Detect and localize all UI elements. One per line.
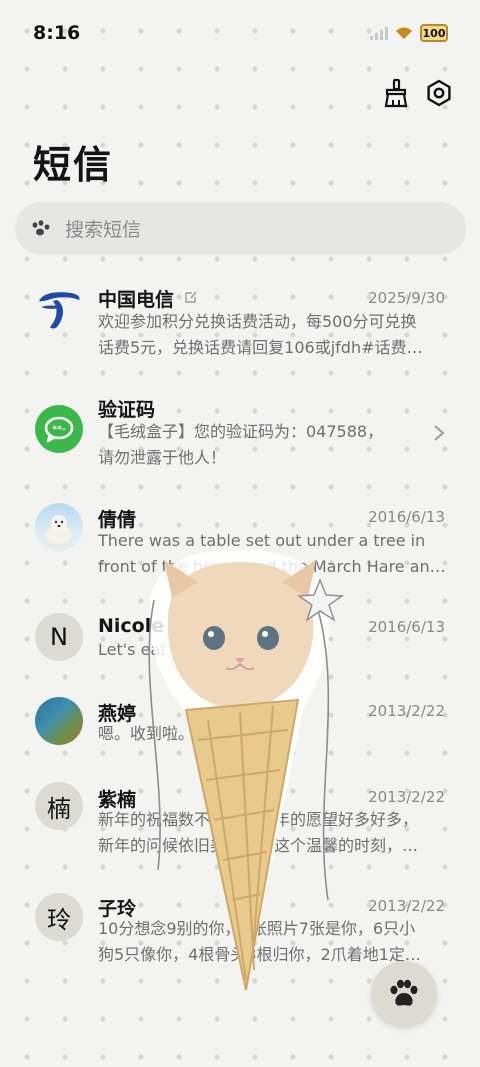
- wifi-icon: [396, 27, 412, 39]
- conversation-date: 2013/2/22: [368, 897, 445, 915]
- status-bar: 8:16 100: [0, 0, 480, 64]
- china-telecom-logo: [35, 283, 83, 331]
- edit-icon: [185, 291, 197, 303]
- signal-icon: [370, 27, 388, 40]
- conversation-preview: 【毛绒盒子】您的验证码为：047588， 请勿泄露于他人！: [98, 422, 384, 467]
- conversation-preview: 嗯。收到啦。同乐同乐。: [98, 724, 275, 743]
- settings-icon[interactable]: [424, 78, 454, 108]
- conversation-date: 2013/2/22: [368, 702, 445, 720]
- message-bubble-icon: **-: [35, 405, 83, 453]
- landscape-photo: [35, 697, 83, 745]
- conversation-date: 2025/9/30: [368, 289, 445, 307]
- svg-text:**-: **-: [52, 425, 65, 435]
- conversation-date: 2013/2/22: [368, 788, 445, 806]
- polar-bear-photo: [35, 503, 83, 551]
- search-placeholder: 搜索短信: [65, 219, 142, 241]
- search-input[interactable]: 搜索短信: [15, 202, 466, 255]
- conversation-name: Nicole: [98, 615, 165, 637]
- avatar: 楠: [35, 782, 83, 830]
- status-icons: 100: [370, 24, 448, 42]
- chevron-right-icon[interactable]: [433, 424, 445, 442]
- conversation-name: 验证码: [98, 399, 156, 421]
- status-time: 8:16: [33, 22, 81, 44]
- conversation-name: 中国电信: [98, 289, 175, 311]
- conversation-preview: There was a table set out under a tree i…: [98, 531, 446, 576]
- conversation-date: 2016/6/13: [368, 508, 445, 526]
- battery-indicator: 100: [420, 24, 448, 42]
- paw-icon: [390, 979, 418, 1006]
- avatar: N: [35, 613, 83, 661]
- conversation-preview: 新年的祝福数不胜数，新年的愿望好多好多， 新年的问候依旧美好，在这个温馨的时刻，…: [98, 810, 419, 855]
- paw-icon: [32, 219, 50, 235]
- conversation-preview: Let's eat out,shall we?: [98, 640, 277, 659]
- page-title: 短信: [33, 143, 114, 187]
- conversation-preview: 欢迎参加积分兑换话费活动，每500分可兑换 话费5元，兑换话费请回复106或jf…: [98, 312, 423, 357]
- broom-icon[interactable]: [381, 78, 411, 108]
- conversation-preview: 10分想念9别的你，8张照片7张是你，6只小 狗5只像你，4根骨头3根归你，2爪…: [98, 919, 421, 964]
- avatar: 玲: [35, 893, 83, 941]
- paw-fab-button[interactable]: [371, 961, 437, 1027]
- conversation-date: 2016/6/13: [368, 618, 445, 636]
